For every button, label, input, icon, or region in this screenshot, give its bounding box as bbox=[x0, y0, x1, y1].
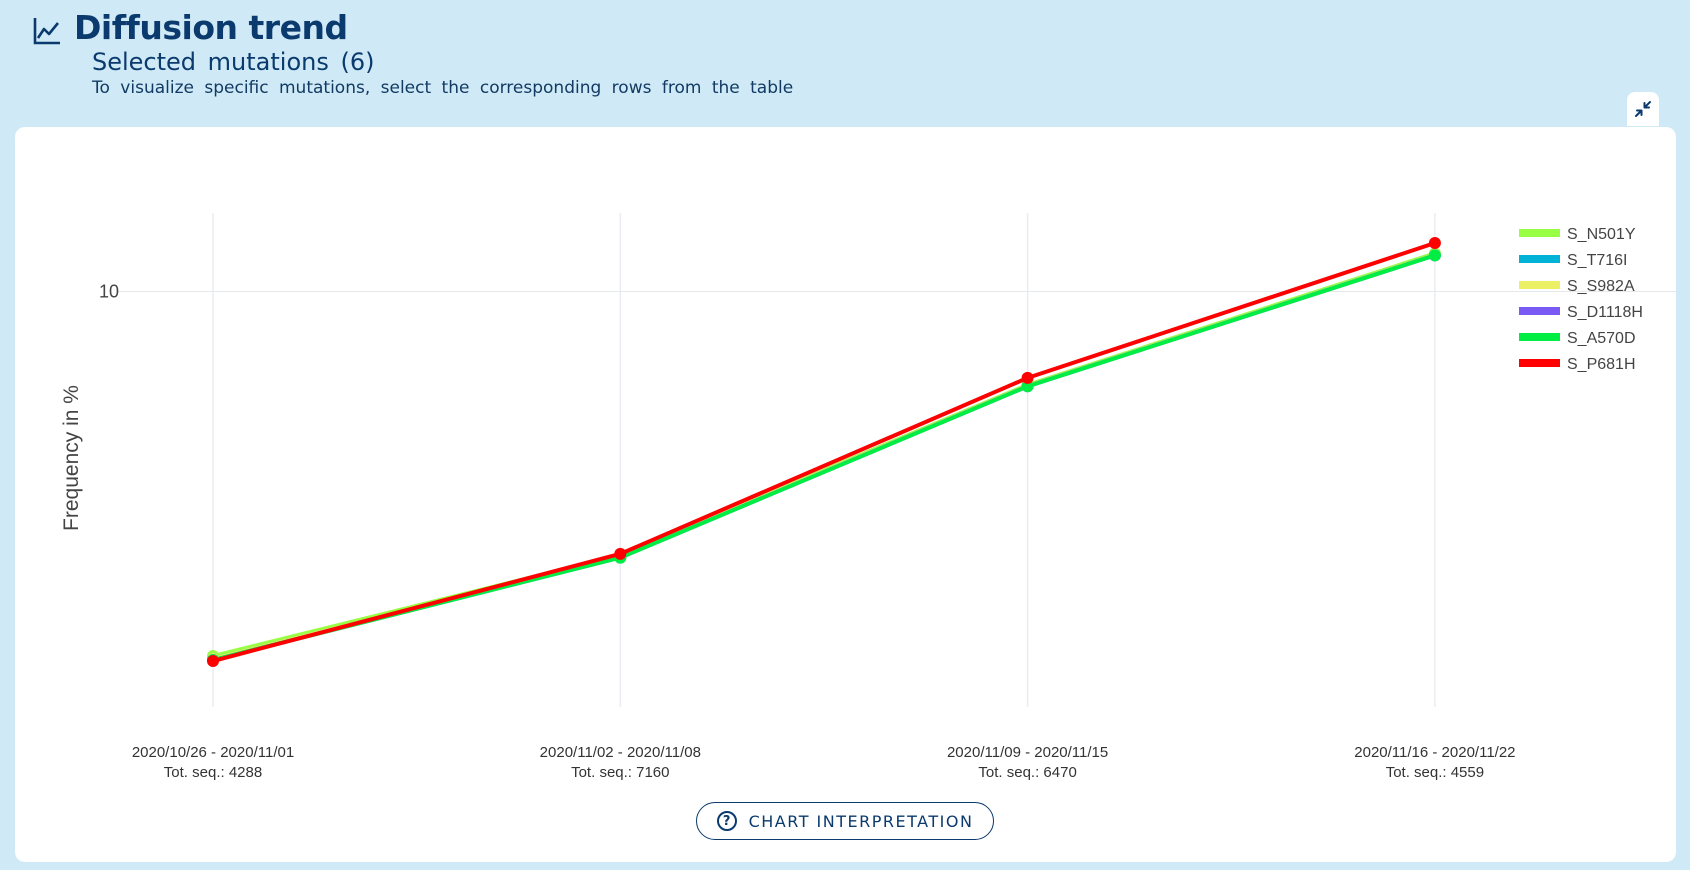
data-point-s-p681h bbox=[207, 655, 219, 668]
data-point-s-a570d bbox=[1428, 249, 1441, 262]
line-chart-icon bbox=[33, 18, 60, 45]
selection-hint: To visualize specific mutations, select … bbox=[92, 78, 794, 98]
series-line-s-p681h bbox=[211, 241, 1437, 664]
y-tick-label: 10 bbox=[99, 281, 119, 301]
legend-swatch-s-a570d bbox=[1519, 333, 1560, 341]
legend-swatch-s-n501y bbox=[1519, 229, 1560, 237]
x-tick-label: 2020/11/02 - 2020/11/08 bbox=[540, 744, 701, 761]
legend-swatch-s-d1118h bbox=[1519, 307, 1560, 315]
x-tick-sublabel: Tot. seq.: 6470 bbox=[978, 764, 1076, 781]
data-point-s-p681h bbox=[1021, 371, 1034, 384]
selected-mutations-count: Selected mutations (6) bbox=[92, 48, 375, 76]
chart-interpretation-button[interactable]: ? CHART INTERPRETATION bbox=[696, 802, 994, 840]
x-tick-label: 2020/10/26 - 2020/11/01 bbox=[132, 744, 294, 761]
page-title: Diffusion trend bbox=[74, 8, 348, 47]
legend-label-s-d1118h: S_D1118H bbox=[1567, 304, 1643, 321]
diffusion-trend-chart: 10 Frequency in % 2020/10/26 - 2020/11/01 T… bbox=[60, 213, 1676, 781]
legend-label-s-a570d: S_A570D bbox=[1567, 330, 1636, 347]
chart-interpretation-label: CHART INTERPRETATION bbox=[748, 811, 974, 831]
header: Diffusion trend Selected mutations (6) T… bbox=[0, 0, 1690, 120]
legend-swatch-s-p681h bbox=[1519, 359, 1560, 367]
legend-label-s-s982a: S_S982A bbox=[1567, 278, 1635, 295]
question-circle-icon: ? bbox=[716, 811, 737, 831]
x-tick-label: 2020/11/16 - 2020/11/22 bbox=[1354, 744, 1515, 761]
legend-swatch-s-s982a bbox=[1519, 281, 1560, 289]
x-tick-label: 2020/11/09 - 2020/11/15 bbox=[947, 744, 1108, 761]
chart-panel: 10 Frequency in % 2020/10/26 - 2020/11/01 T… bbox=[15, 127, 1676, 862]
legend-label-s-p681h: S_P681H bbox=[1567, 356, 1636, 373]
series-line-s-a570d bbox=[211, 253, 1437, 663]
collapse-button[interactable] bbox=[1627, 92, 1659, 126]
x-tick-sublabel: Tot. seq.: 4288 bbox=[164, 764, 262, 781]
data-point-s-p681h bbox=[614, 547, 627, 560]
x-tick-sublabel: Tot. seq.: 7160 bbox=[571, 764, 669, 781]
legend-label-s-t716i: S_T716I bbox=[1567, 252, 1627, 269]
collapse-arrows-icon bbox=[1635, 101, 1651, 117]
legend-label-s-n501y: S_N501Y bbox=[1567, 226, 1636, 243]
data-point-s-p681h bbox=[1428, 237, 1441, 250]
legend-swatch-s-t716i bbox=[1519, 255, 1560, 263]
x-tick-sublabel: Tot. seq.: 4559 bbox=[1386, 764, 1484, 781]
y-axis-label: Frequency in % bbox=[60, 385, 83, 531]
